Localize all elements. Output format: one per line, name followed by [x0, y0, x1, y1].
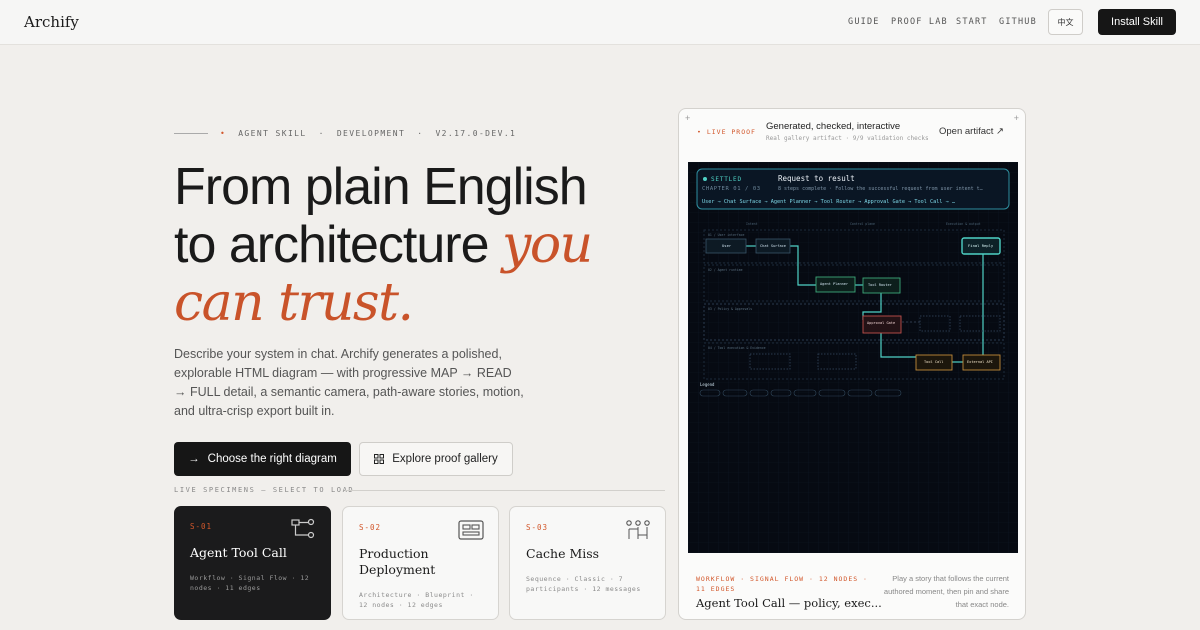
specimens-divider [345, 490, 665, 491]
node-final-reply[interactable]: Final Reply [961, 237, 1001, 255]
grid-icon [374, 454, 385, 464]
lane-header: Control plane [850, 222, 875, 226]
corner-plus-icon: + [1013, 113, 1019, 123]
artifact-description: Play a story that follows the current au… [883, 574, 1009, 609]
node-label: Final Reply [968, 243, 994, 248]
node-approval-gate[interactable]: Approval Gate [862, 315, 902, 334]
node-tool-router[interactable]: Tool Router [862, 277, 901, 294]
node-external-api[interactable]: External API [962, 354, 1001, 371]
hero-title-accent-you: you [501, 215, 593, 275]
proof-title: Generated, checked, interactive [766, 121, 901, 132]
story-title: Request to result [778, 174, 855, 183]
band-label: 02 / Agent runtime [708, 268, 743, 272]
node-label: Tool Router [868, 283, 893, 287]
artifact-title: Agent Tool Call — policy, exec... [696, 596, 882, 610]
node-tool-call[interactable]: Tool Call [915, 354, 953, 371]
band-label: 01 / User interface [708, 233, 745, 237]
card-meta: Architecture · Blueprint · 12 nodes · 12… [359, 591, 474, 609]
card-title: Production Deployment [359, 546, 436, 577]
nav-link-proof-lab[interactable]: PROOF LAB [891, 17, 948, 27]
specimen-card-production-deployment[interactable]: S-02 Production Deployment Architecture … [342, 506, 499, 620]
install-skill-button[interactable]: Install Skill [1098, 9, 1176, 35]
eyebrow-version: V2.17.0-DEV.1 [435, 129, 517, 138]
explore-gallery-button[interactable]: Explore proof gallery [359, 442, 513, 476]
specimen-card-agent-tool-call[interactable]: S-01 Agent Tool Call Workflow · Signal F… [174, 506, 331, 620]
story-subtitle: 8 steps complete · Follow the successful… [778, 186, 983, 192]
eyebrow-agent-skill: AGENT SKILL [238, 129, 307, 138]
hero-eyebrow: • AGENT SKILL · DEVELOPMENT · V2.17.0-DE… [174, 129, 516, 138]
band-label: 04 / Tool execution & Evidence [708, 346, 766, 350]
node-label: User [722, 243, 732, 248]
node-label: Chat Surface [760, 244, 786, 248]
hero-title-line1: From plain English [174, 158, 588, 216]
choose-diagram-label: Choose the right diagram [207, 453, 337, 465]
workflow-icon [291, 518, 315, 539]
lane-header: Intent [746, 222, 758, 226]
node-chat-surface[interactable]: Chat Surface [755, 238, 791, 254]
eyebrow-separator: · [318, 129, 325, 138]
story-status: SETTLED [711, 176, 742, 183]
hero-title-line2: to architecture [174, 216, 502, 274]
eyebrow-dot: • [220, 129, 227, 138]
story-chapter: CHAPTER 01 / 03 [702, 186, 761, 192]
card-meta: Sequence · Classic · 7 participants · 12… [526, 575, 641, 593]
artifact-meta: WORKFLOW · SIGNAL FLOW · 12 NODES · 11 E… [696, 575, 868, 593]
hero-title-accent-trust: can trust. [174, 273, 414, 333]
language-toggle-button[interactable]: 中文 [1048, 9, 1083, 35]
top-nav: Archify GUIDE PROOF LAB START GITHUB 中文 … [0, 0, 1200, 45]
legend-title: Legend [700, 382, 715, 387]
live-proof-label: • LIVE PROOF [697, 128, 756, 136]
nav-link-start[interactable]: START [956, 17, 988, 27]
node-user[interactable]: User [705, 238, 747, 254]
specimens-label: LIVE SPECIMENS — SELECT TO LOAD [174, 486, 355, 494]
node-label: Tool Call [924, 360, 943, 364]
explore-gallery-label: Explore proof gallery [392, 453, 498, 465]
eyebrow-development: DEVELOPMENT [336, 129, 406, 138]
card-title: Agent Tool Call [190, 545, 287, 560]
specimen-card-cache-miss[interactable]: S-03 Cache Miss Sequence · Classic · 7 p… [509, 506, 666, 620]
logo[interactable]: Archify [24, 13, 79, 31]
band-label: 03 / Policy & Approvals [708, 307, 752, 311]
choose-diagram-button[interactable]: → Choose the right diagram [174, 442, 351, 476]
blueprint-icon [458, 520, 484, 540]
hero-description: Describe your system in chat. Archify ge… [174, 347, 524, 418]
sequence-icon [626, 520, 650, 539]
eyebrow-rule [174, 133, 208, 134]
node-agent-planner[interactable]: Agent Planner [815, 276, 856, 293]
proof-subtitle: Real gallery artifact · 9/9 validation c… [766, 135, 929, 142]
eyebrow-separator: · [417, 129, 424, 138]
arrow-right-icon: → [188, 453, 200, 465]
live-proof-panel: + + • LIVE PROOF Generated, checked, int… [678, 108, 1026, 620]
node-label: Agent Planner [820, 282, 849, 286]
node-label: Approval Gate [867, 321, 895, 325]
node-label: External API [967, 360, 993, 364]
workflow-diagram: SETTLED CHAPTER 01 / 03 Request to resul… [688, 162, 1018, 553]
nav-link-github[interactable]: GITHUB [999, 17, 1037, 27]
hero-title: From plain English to architecture you c… [174, 158, 654, 332]
card-meta: Workflow · Signal Flow · 12 nodes · 11 e… [190, 574, 310, 592]
corner-plus-icon: + [685, 113, 691, 123]
story-path: User → Chat Surface → Agent Planner → To… [702, 199, 955, 205]
lane-header: Execution & output [946, 222, 981, 226]
nav-link-guide[interactable]: GUIDE [848, 17, 880, 27]
card-title: Cache Miss [526, 546, 600, 561]
open-artifact-link[interactable]: Open artifact ↗ [939, 126, 1004, 137]
diagram-viewport[interactable]: SETTLED CHAPTER 01 / 03 Request to resul… [688, 162, 1018, 553]
